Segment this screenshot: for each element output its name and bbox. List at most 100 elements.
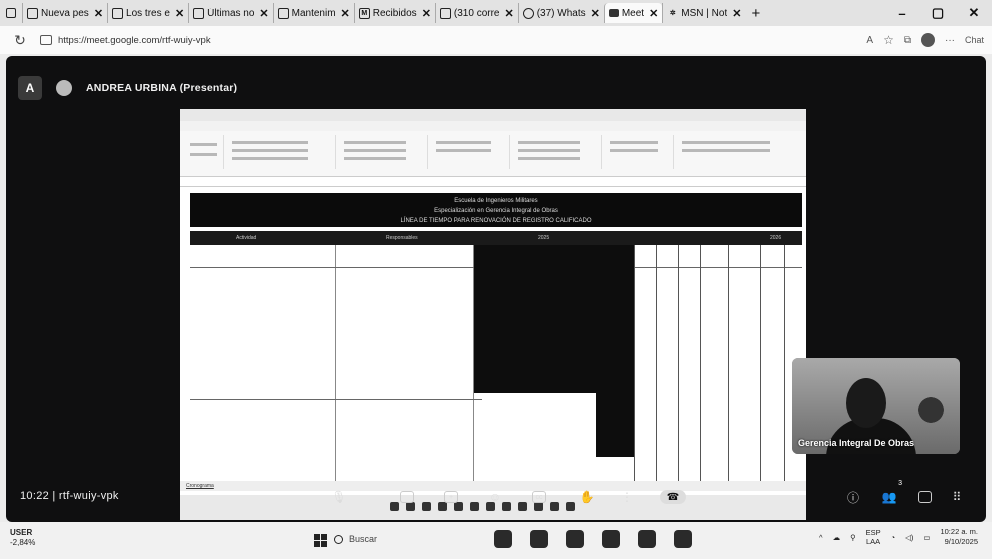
close-icon[interactable]: ✕: [94, 7, 103, 20]
language-indicator[interactable]: ESP LAA: [866, 528, 881, 546]
browser-tab-strip: Nueva pes ✕ Los tres e ✕ Últimas no ✕ Mante…: [0, 0, 992, 26]
participant-name: Gerencia Integral De Obras: [798, 438, 915, 448]
present-screen-icon[interactable]: +: [444, 491, 458, 503]
new-tab-button[interactable]: +: [745, 5, 766, 22]
cloud-icon[interactable]: ☁: [833, 533, 841, 542]
header-year-b: 2026: [770, 235, 782, 241]
tab-label: (310 corre: [453, 7, 500, 19]
chat-icon[interactable]: [918, 491, 932, 503]
close-icon[interactable]: ✕: [422, 7, 431, 20]
ribbon-group: [512, 135, 602, 169]
lang-line-2: LAA: [865, 537, 881, 546]
tab-8[interactable]: ✲ MSN | Not ✕: [662, 3, 745, 23]
more-options-icon[interactable]: ⋮: [616, 486, 638, 508]
search-icon: [334, 534, 343, 544]
camera-icon[interactable]: [400, 491, 414, 503]
raise-hand-icon[interactable]: ✋: [576, 486, 598, 508]
pin-icon[interactable]: A: [18, 76, 42, 100]
taskbar-search[interactable]: Buscar: [334, 534, 377, 544]
ribbon-group: [184, 135, 224, 169]
microphone-icon[interactable]: 🎙: [328, 486, 350, 508]
site-info-icon[interactable]: [40, 35, 52, 45]
chrome-icon[interactable]: [530, 530, 548, 548]
tile-person-head: [846, 378, 886, 428]
shared-ribbon-tabs: [180, 121, 806, 131]
window-menu-icon[interactable]: [0, 0, 22, 26]
profile-avatar[interactable]: [920, 33, 935, 47]
meeting-time-code: 10:22 | rtf-wuiy-vpk: [20, 490, 119, 502]
banner-line-1: Escuela de Ingenieros Militares: [454, 198, 538, 204]
close-icon[interactable]: ✕: [732, 7, 741, 20]
collections-icon[interactable]: ⧉: [904, 35, 911, 46]
maximize-icon[interactable]: ▢: [920, 5, 956, 21]
stock-widget[interactable]: USER -2,84%: [10, 528, 35, 548]
clock[interactable]: 10:22 a. m. 9/10/2025: [940, 527, 978, 547]
close-icon[interactable]: ✕: [504, 7, 513, 20]
close-icon[interactable]: ✕: [259, 7, 268, 20]
meet-stage: A ANDREA URBINA (Presentar) Escuela de I…: [6, 56, 986, 522]
gantt-bar: [596, 245, 634, 457]
participants-count: 3: [898, 480, 902, 487]
page-icon: [277, 7, 289, 19]
tab-6[interactable]: (37) Whats ✕: [517, 3, 604, 23]
copilot-chat-button[interactable]: Chat: [965, 35, 984, 45]
more-menu-icon[interactable]: ···: [945, 35, 955, 46]
close-icon[interactable]: ✕: [591, 7, 600, 20]
tab-1[interactable]: Los tres e ✕: [107, 3, 188, 23]
meet-icon: [608, 9, 619, 17]
banner-line-3: LÍNEA DE TIEMPO PARA RENOVACIÓN DE REGIS…: [400, 218, 592, 224]
minimize-icon[interactable]: –: [884, 6, 920, 21]
windows-start-icon[interactable]: [314, 534, 327, 547]
windows-taskbar: USER -2,84% Buscar ^ ☁ ⚲ ESP LAA ◔ ◁) ▭ …: [0, 522, 992, 559]
volume-icon[interactable]: ◁): [905, 533, 913, 542]
shared-formula-bar: [180, 177, 806, 187]
stock-name: USER: [10, 528, 33, 537]
pinned-apps: [494, 530, 692, 548]
tab-label: Nueva pes: [41, 7, 89, 19]
chevron-up-icon[interactable]: ^: [819, 533, 823, 542]
wifi-icon[interactable]: ◔: [891, 533, 896, 542]
tab-3[interactable]: Mantenim ✕: [272, 3, 354, 23]
tab-0[interactable]: Nueva pes ✕: [22, 3, 107, 23]
battery-icon[interactable]: ▭: [923, 533, 930, 542]
tab-label: Mantenim: [291, 7, 336, 19]
ribbon-group: [338, 135, 428, 169]
hp-icon[interactable]: [638, 530, 656, 548]
activities-icon[interactable]: ⠿: [946, 486, 968, 508]
tab-label: Los tres e: [126, 7, 170, 19]
meeting-info-icon[interactable]: ⓘ: [842, 486, 864, 508]
tab-2[interactable]: Últimas no ✕: [188, 3, 272, 23]
leave-call-button[interactable]: ☎: [660, 490, 686, 504]
people-icon[interactable]: 👥 3: [878, 480, 902, 508]
read-aloud-icon[interactable]: A: [866, 35, 873, 46]
file-explorer-icon[interactable]: [566, 530, 584, 548]
system-tray: ^ ☁ ⚲ ESP LAA ◔ ◁) ▭ 10:22 a. m. 9/10/20…: [819, 527, 978, 547]
sheet-header-row: Actividad Responsables 2025 2026: [190, 231, 802, 245]
toolbar-right: A ☆ ⧉ ··· Chat: [866, 33, 984, 47]
captions-icon[interactable]: cc: [532, 491, 546, 503]
tab-5[interactable]: (310 corre ✕: [434, 3, 518, 23]
participant-tile[interactable]: Gerencia Integral De Obras: [792, 358, 960, 454]
tab-label: (37) Whats: [536, 7, 586, 19]
window-controls: – ▢ ✕: [884, 0, 992, 26]
shared-ribbon: [180, 131, 806, 177]
usb-icon[interactable]: ⚲: [850, 533, 856, 542]
task-view-icon[interactable]: [494, 530, 512, 548]
tab-4[interactable]: M Recibidos ✕: [353, 3, 435, 23]
document-icon: [112, 7, 124, 19]
favorite-star-icon[interactable]: ☆: [883, 33, 894, 47]
close-window-icon[interactable]: ✕: [956, 5, 992, 21]
close-icon[interactable]: ✕: [175, 7, 184, 20]
reload-icon[interactable]: ↻: [0, 32, 40, 49]
responsible-column: [336, 245, 474, 485]
url-field[interactable]: https://meet.google.com/rtf-wuiy-vpk: [58, 35, 211, 46]
emoji-reaction-icon[interactable]: ☺: [484, 486, 506, 508]
presenter-label: ANDREA URBINA (Presentar): [86, 82, 238, 94]
edge-icon[interactable]: [602, 530, 620, 548]
app-icon[interactable]: [674, 530, 692, 548]
tab-7[interactable]: Meet ✕: [603, 3, 663, 23]
ribbon-group: [676, 135, 802, 169]
close-icon[interactable]: ✕: [341, 7, 350, 20]
tab-label: Últimas no: [207, 7, 255, 19]
close-icon[interactable]: ✕: [649, 7, 658, 20]
